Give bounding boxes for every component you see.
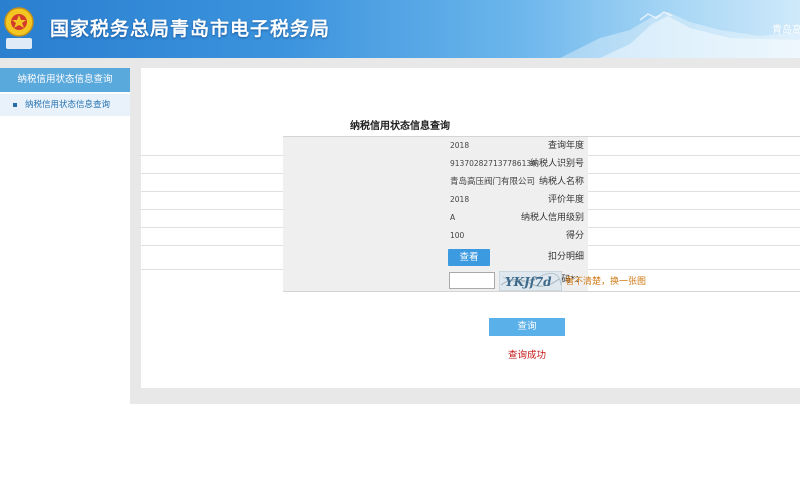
table-row: 查询年度 2018 (141, 137, 800, 156)
form-title: 纳税信用状态信息查询 (350, 121, 450, 132)
tax-emblem-icon (4, 7, 34, 49)
captcha-input[interactable] (449, 272, 495, 289)
row-value-taxpayer-id: 91370282713778613A (450, 159, 537, 168)
header-user-name[interactable]: 青岛高 (772, 21, 800, 36)
row-label-eval-year: 评价年度 (547, 195, 584, 205)
table-row: 得分 100 (141, 227, 800, 246)
table-row: 评价年度 2018 (141, 191, 800, 210)
refresh-captcha-link[interactable]: 看不清楚，换一张图 (565, 274, 646, 287)
view-detail-button[interactable]: 查看 (448, 249, 490, 266)
row-value-taxpayer-name: 青岛高压阀门有限公司 (450, 177, 536, 187)
row-label-taxpayer-id: 纳税人识别号 (529, 159, 584, 169)
table-row: 纳税人识别号 91370282713778613A (141, 155, 800, 174)
row-label-taxpayer-name: 纳税人名称 (538, 177, 584, 187)
row-value-eval-year: 2018 (450, 195, 470, 204)
sidebar-item-label: 纳税信用状态信息查询 (25, 100, 111, 110)
query-success-message: 查询成功 (507, 350, 546, 361)
site-title: 国家税务总局青岛市电子税务局 (50, 18, 331, 40)
row-value-credit-level: A (450, 213, 456, 222)
row-label-query-year: 查询年度 (547, 141, 584, 151)
sidebar-section-title[interactable]: 纳税信用状态信息查询 (0, 68, 130, 92)
query-button[interactable]: 查询 (489, 318, 565, 336)
sidebar-item-credit-query[interactable]: 纳税信用状态信息查询 (0, 94, 130, 116)
captcha-image[interactable]: YKJf7d (499, 271, 562, 291)
bullet-icon (13, 103, 17, 107)
row-label-deduction-detail: 扣分明细 (547, 252, 584, 262)
captcha-text: YKJf7d (505, 275, 552, 289)
row-label-score: 得分 (565, 231, 584, 241)
row-value-score: 100 (450, 231, 465, 240)
header-banner: 国家税务总局青岛市电子税务局 青岛高 (0, 0, 800, 58)
row-value-query-year: 2018 (450, 141, 470, 150)
row-label-credit-level: 纳税人信用级别 (520, 213, 584, 223)
table-row: 纳税人信用级别 A (141, 209, 800, 228)
table-row: 纳税人名称 青岛高压阀门有限公司 (141, 173, 800, 192)
